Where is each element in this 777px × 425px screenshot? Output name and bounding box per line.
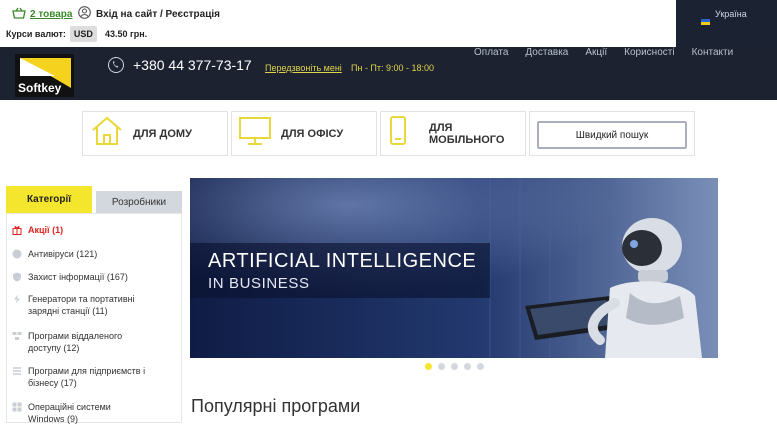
- slider-dot[interactable]: [464, 363, 471, 370]
- shield-icon: [12, 272, 22, 282]
- category-label: Програми віддаленого доступу (12): [28, 331, 123, 353]
- nav-delivery[interactable]: Доставка: [525, 47, 568, 58]
- callback-link[interactable]: Передзвоніть мені: [265, 63, 342, 73]
- currency-select[interactable]: USD: [69, 26, 97, 42]
- gift-icon: [12, 225, 22, 235]
- slider-dot[interactable]: [438, 363, 445, 370]
- category-label: Генератори та портативні зарядні станції…: [28, 294, 135, 316]
- currency-rate: 43.50 грн.: [104, 29, 148, 39]
- nav-contacts[interactable]: Контакти: [692, 47, 734, 58]
- monitor-icon: [238, 115, 272, 152]
- working-hours: Пн - Пт: 9:00 - 18:00: [351, 63, 435, 73]
- category-item[interactable]: Акції (1): [12, 224, 63, 236]
- basket-icon: [12, 7, 26, 22]
- banner-title: ARTIFICIAL INTELLIGENCE: [208, 250, 477, 272]
- main-nav: Оплата Доставка Акції Корисності Контакт…: [474, 47, 733, 58]
- tab-developers[interactable]: Розробники: [96, 191, 182, 213]
- language-selector[interactable]: Україна: [676, 0, 777, 47]
- remote-access-icon: [12, 331, 22, 341]
- promo-banner[interactable]: ARTIFICIAL INTELLIGENCE IN BUSINESS: [190, 178, 718, 358]
- tile-mobile-label: ДЛЯ МОБІЛЬНОГО: [429, 121, 505, 146]
- category-item[interactable]: Антивіруси (121): [12, 248, 97, 260]
- tile-office-label: ДЛЯ ОФІСУ: [281, 127, 344, 140]
- tile-mobile[interactable]: ДЛЯ МОБІЛЬНОГО: [380, 111, 526, 156]
- tab-categories[interactable]: Категорії: [6, 186, 92, 213]
- quick-search-button[interactable]: Швидкий пошук: [537, 121, 687, 149]
- category-item[interactable]: Програми віддаленого доступу (12): [12, 330, 152, 354]
- banner-subtitle: IN BUSINESS: [208, 275, 310, 292]
- category-item[interactable]: Операційні системи Windows (9): [12, 401, 132, 425]
- slider-dots: [425, 363, 484, 370]
- list-icon: [12, 366, 22, 376]
- ukraine-flag-icon: [701, 19, 710, 25]
- category-label: Антивіруси (121): [28, 249, 98, 259]
- softkey-logo[interactable]: Softkey: [15, 54, 74, 97]
- login-label: Вхід на сайт / Реєстрація: [96, 8, 220, 20]
- smartphone-icon: [389, 115, 407, 152]
- category-sidebar: [6, 213, 182, 423]
- nav-promotions[interactable]: Акції: [585, 47, 607, 58]
- logo-text: Softkey: [18, 81, 62, 95]
- category-label: Акції (1): [28, 225, 64, 235]
- tile-home-label: ДЛЯ ДОМУ: [133, 127, 192, 140]
- cart-count[interactable]: 2 товара: [30, 9, 72, 20]
- tile-office[interactable]: ДЛЯ ОФІСУ: [231, 111, 377, 156]
- login-link[interactable]: Вхід на сайт / Реєстрація: [78, 6, 220, 22]
- slider-dot[interactable]: [451, 363, 458, 370]
- category-item[interactable]: Захист інформації (167): [12, 271, 128, 283]
- shield-icon: [12, 249, 22, 259]
- tile-home[interactable]: ДЛЯ ДОМУ: [82, 111, 228, 156]
- category-item[interactable]: Програми для підприємств і бізнесу (17): [12, 365, 162, 389]
- category-item[interactable]: Генератори та портативні зарядні станції…: [12, 293, 162, 317]
- category-label: Захист інформації (167): [28, 272, 128, 282]
- home-icon: [90, 115, 124, 152]
- slider-dot-active[interactable]: [425, 363, 432, 370]
- generator-icon: [12, 294, 22, 304]
- phone-number[interactable]: +380 44 377-73-17: [133, 57, 252, 73]
- popular-section-title: Популярні програми: [191, 396, 361, 416]
- language-label: Україна: [715, 9, 747, 19]
- cart-link[interactable]: 2 товара: [12, 7, 72, 22]
- nav-useful[interactable]: Корисності: [624, 47, 674, 58]
- windows-icon: [12, 402, 22, 412]
- currency-rates: Курси валют: USD 43.50 грн.: [6, 26, 147, 42]
- phone-icon: [108, 57, 124, 73]
- user-icon: [78, 6, 91, 22]
- slider-dot[interactable]: [477, 363, 484, 370]
- currency-label: Курси валют:: [6, 29, 66, 39]
- category-label: Операційні системи Windows (9): [28, 402, 111, 424]
- category-label: Програми для підприємств і бізнесу (17): [28, 366, 146, 388]
- nav-payment[interactable]: Оплата: [474, 47, 508, 58]
